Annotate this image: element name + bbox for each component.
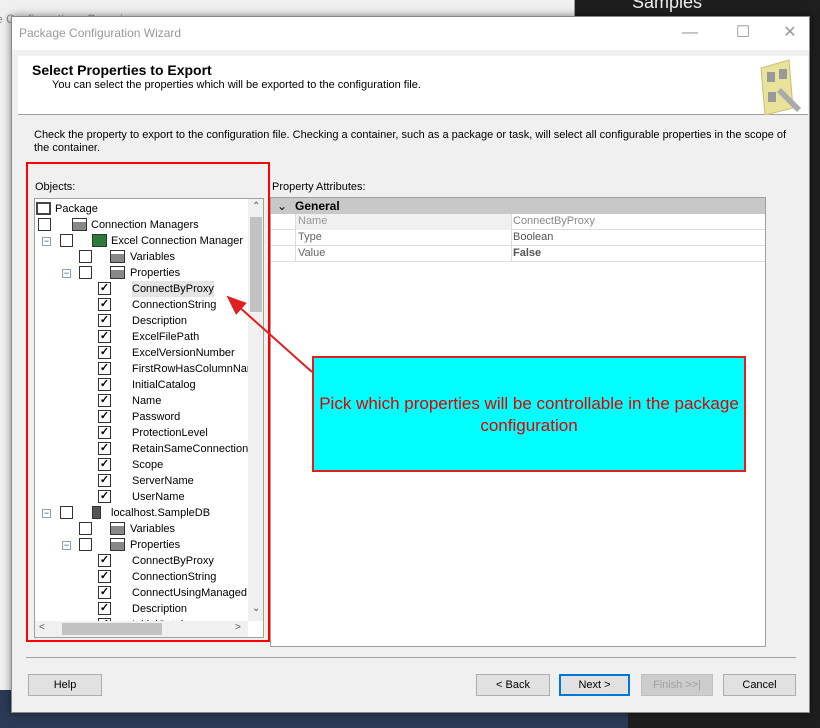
annotation-callout: Pick which properties will be controllab… xyxy=(312,356,746,472)
page-title: Select Properties to Export xyxy=(32,62,212,78)
property-key: Type xyxy=(295,230,511,246)
minimize-button[interactable]: — xyxy=(670,21,710,45)
background-panel-title: Samples xyxy=(632,0,703,12)
property-value: False xyxy=(511,246,765,262)
property-attributes-label: Property Attributes: xyxy=(272,181,366,193)
window-title: Package Configuration Wizard xyxy=(19,26,182,40)
finish-button[interactable]: Finish >>| xyxy=(641,674,713,696)
category-general[interactable]: ⌄ General xyxy=(271,198,765,214)
property-value: Boolean xyxy=(511,230,765,246)
maximize-button[interactable]: ☐ xyxy=(723,21,763,45)
wizard-window: Package Configuration Wizard — ☐ ✕ Selec… xyxy=(11,16,810,713)
page-subtitle: You can select the properties which will… xyxy=(52,79,421,91)
title-bar: Package Configuration Wizard — ☐ ✕ xyxy=(12,17,809,50)
wizard-header: Select Properties to Export You can sele… xyxy=(18,56,808,115)
back-button[interactable]: < Back xyxy=(476,674,550,696)
next-button[interactable]: Next > xyxy=(559,674,630,696)
instructions-text: Check the property to export to the conf… xyxy=(34,129,787,154)
property-row-type[interactable]: Type Boolean xyxy=(271,230,765,246)
wizard-wrench-icon xyxy=(760,59,801,115)
cancel-button[interactable]: Cancel xyxy=(723,674,796,696)
property-value: ConnectByProxy xyxy=(511,214,765,230)
property-key: Name xyxy=(295,214,511,230)
highlight-box xyxy=(26,162,270,642)
help-button[interactable]: Help xyxy=(28,674,102,696)
close-button[interactable]: ✕ xyxy=(770,21,810,45)
category-label: General xyxy=(295,199,340,213)
property-row-name[interactable]: Name ConnectByProxy xyxy=(271,214,765,230)
chevron-down-icon[interactable]: ⌄ xyxy=(277,198,287,214)
footer-divider xyxy=(26,657,796,658)
property-key: Value xyxy=(295,246,511,262)
property-row-value[interactable]: Value False xyxy=(271,246,765,262)
